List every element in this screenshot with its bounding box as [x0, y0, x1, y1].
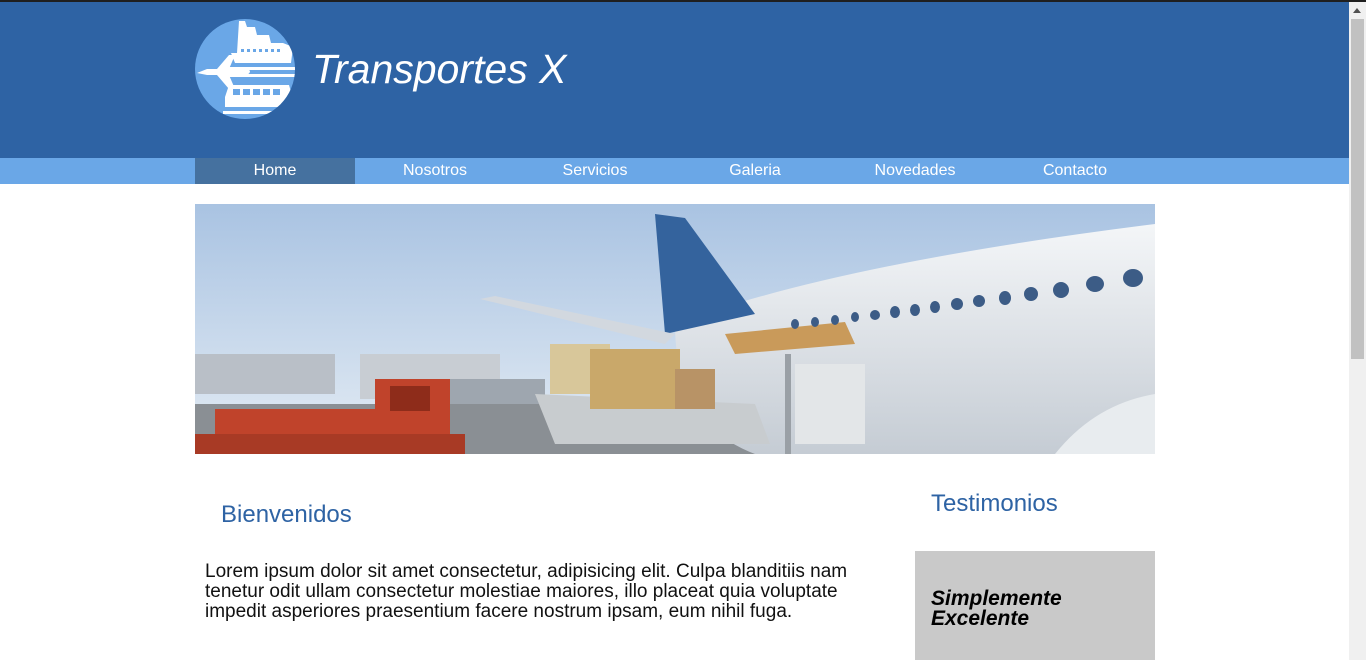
nav-item-contacto[interactable]: Contacto [995, 158, 1155, 184]
testimonial-quote: Simplemente Excelente [931, 587, 1062, 630]
nav-item-home[interactable]: Home [195, 158, 355, 184]
scroll-up-arrow-icon[interactable] [1353, 8, 1361, 13]
transport-logo-icon[interactable] [195, 19, 295, 119]
welcome-heading: Bienvenidos [221, 501, 352, 528]
welcome-paragraph: Lorem ipsum dolor sit amet consectetur, … [205, 561, 848, 622]
nav-item-galeria[interactable]: Galeria [675, 158, 835, 184]
site-header: Transportes X [0, 2, 1349, 158]
nav-item-novedades[interactable]: Novedades [835, 158, 995, 184]
nav-item-nosotros[interactable]: Nosotros [355, 158, 515, 184]
nav-item-servicios[interactable]: Servicios [515, 158, 675, 184]
testimonial-card: Simplemente Excelente [915, 551, 1155, 660]
scroll-thumb[interactable] [1351, 19, 1364, 359]
vertical-scrollbar[interactable] [1349, 2, 1366, 660]
hero-image [195, 204, 1155, 454]
main-nav: Home Nosotros Servicios Galeria Novedade… [0, 158, 1349, 184]
testimonials-heading: Testimonios [931, 490, 1058, 517]
site-title: Transportes X [312, 46, 567, 92]
